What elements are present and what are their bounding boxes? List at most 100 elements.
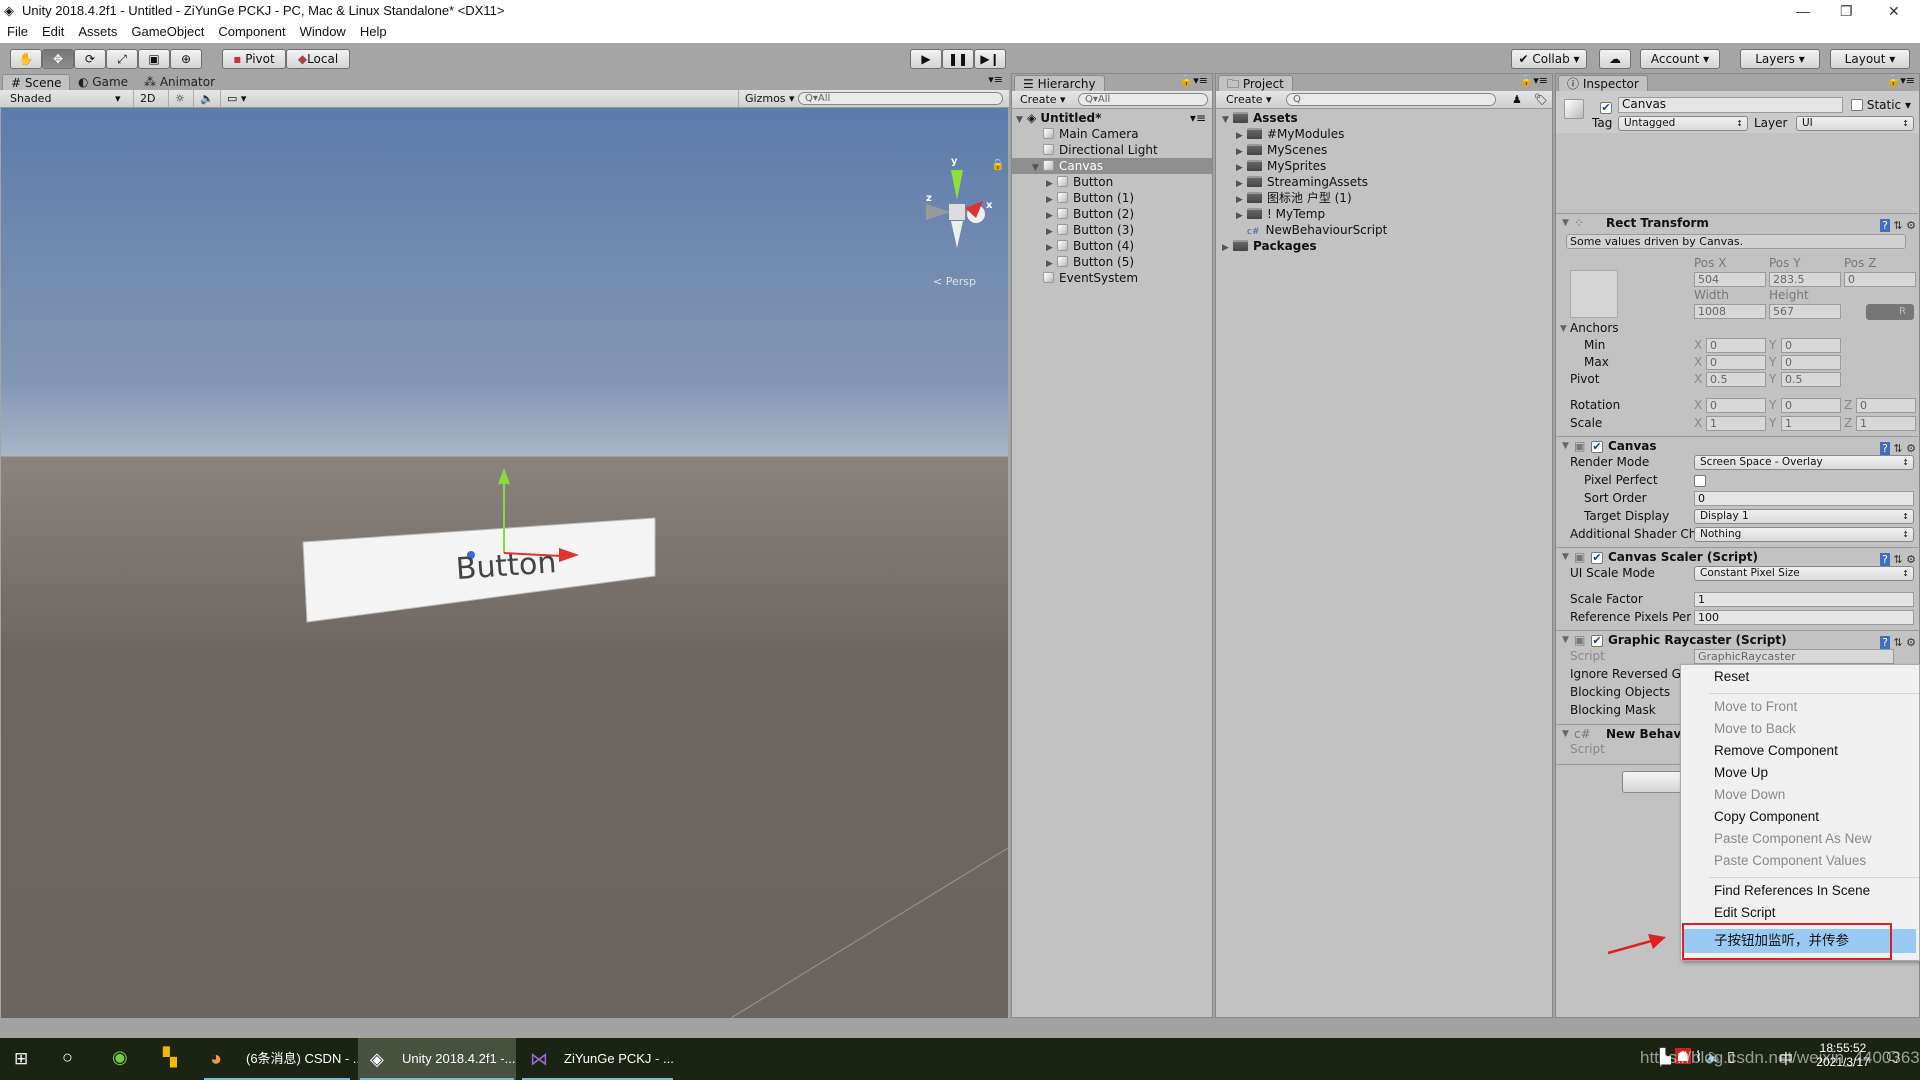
- hierarchy-item[interactable]: EventSystem: [1012, 270, 1212, 286]
- foldout-arrow-icon[interactable]: ▼: [1562, 214, 1569, 233]
- task-visual-studio[interactable]: ⋈ ZiYunGe PCKJ - ...: [520, 1038, 675, 1080]
- menu-edit[interactable]: Edit: [42, 24, 64, 39]
- context-menu-item[interactable]: Move Up: [1714, 763, 1768, 783]
- pause-button[interactable]: ❚❚: [942, 49, 974, 69]
- cloud-button[interactable]: ☁: [1599, 49, 1631, 69]
- height-field[interactable]: 567: [1769, 304, 1841, 319]
- rot-z-field[interactable]: 0: [1856, 398, 1916, 413]
- foldout-arrow-icon[interactable]: ▼: [1562, 725, 1569, 744]
- collab-dropdown[interactable]: ✔ Collab ▾: [1511, 49, 1587, 69]
- shading-dropdown[interactable]: Shaded: [10, 90, 51, 107]
- lock-menu-icon[interactable]: 🔒▾≡: [1520, 74, 1548, 87]
- project-item[interactable]: ▶! MyTemp: [1216, 206, 1546, 222]
- lighting-toggle-icon[interactable]: ☼: [168, 90, 191, 107]
- script-field[interactable]: GraphicRaycaster: [1694, 649, 1894, 664]
- context-menu-item[interactable]: Edit Script: [1714, 903, 1776, 923]
- anchor-preset-button[interactable]: [1570, 270, 1618, 318]
- pivot-button[interactable]: ▪ Pivot: [222, 49, 286, 69]
- foldout-arrow-icon[interactable]: ▼: [1560, 324, 1567, 334]
- pos-x-field[interactable]: 504: [1694, 272, 1766, 287]
- scene-viewport[interactable]: Button y x z 🔒 < Persp: [1, 108, 1008, 1018]
- context-menu-item[interactable]: Copy Component: [1714, 807, 1819, 827]
- rect-tool-button[interactable]: ▣: [138, 49, 170, 69]
- context-menu-item[interactable]: Reset: [1714, 667, 1749, 687]
- reference-pixels-field[interactable]: 100: [1694, 610, 1914, 625]
- 2d-toggle[interactable]: 2D: [133, 90, 161, 107]
- effects-dropdown-icon[interactable]: ▭ ▾: [220, 90, 252, 107]
- persp-label[interactable]: < Persp: [933, 275, 976, 288]
- lock-menu-icon[interactable]: 🔒▾≡: [1180, 74, 1208, 87]
- project-item[interactable]: ▼ Assets: [1216, 110, 1546, 126]
- context-menu-item[interactable]: Move Down: [1714, 785, 1785, 805]
- gameobject-icon[interactable]: [1564, 99, 1584, 119]
- menu-gameobject[interactable]: GameObject: [131, 24, 204, 39]
- account-dropdown[interactable]: Account ▾: [1640, 49, 1720, 69]
- hierarchy-item[interactable]: Main Camera: [1012, 126, 1212, 142]
- lock-menu-icon[interactable]: 🔒▾≡: [1887, 74, 1915, 87]
- browser-icon[interactable]: ◉: [112, 1047, 128, 1068]
- step-button[interactable]: ▶❙: [974, 49, 1006, 69]
- max-x-field[interactable]: 0: [1706, 355, 1766, 370]
- close-button[interactable]: ✕: [1888, 0, 1900, 22]
- lock-icon[interactable]: 🔒: [991, 158, 1005, 171]
- sort-order-field[interactable]: 0: [1694, 491, 1914, 506]
- target-display-dropdown[interactable]: Display 1: [1694, 509, 1914, 524]
- scale-y-field[interactable]: 1: [1781, 416, 1841, 431]
- context-menu-item[interactable]: Paste Component Values: [1714, 851, 1866, 871]
- task-unity[interactable]: ◈ Unity 2018.4.2f1 -...: [358, 1038, 516, 1080]
- hierarchy-item[interactable]: Directional Light: [1012, 142, 1212, 158]
- context-menu-item[interactable]: Move to Back: [1714, 719, 1796, 739]
- tab-game[interactable]: ◐ Game: [70, 74, 136, 90]
- hierarchy-item[interactable]: ▶ Button (2): [1012, 206, 1212, 222]
- maximize-button[interactable]: ❐: [1840, 0, 1853, 22]
- hierarchy-create-button[interactable]: Create ▾: [1020, 91, 1066, 108]
- menu-component[interactable]: Component: [218, 24, 285, 39]
- gizmos-dropdown[interactable]: Gizmos ▾: [738, 90, 801, 107]
- filter-label-icon[interactable]: 🏷: [1534, 91, 1548, 108]
- play-button[interactable]: ▶: [910, 49, 942, 69]
- rot-x-field[interactable]: 0: [1706, 398, 1766, 413]
- hierarchy-item[interactable]: ▶ Button (3): [1012, 222, 1212, 238]
- pixel-perfect-checkbox[interactable]: [1694, 475, 1706, 487]
- project-item[interactable]: ▶ Packages: [1216, 238, 1546, 254]
- project-item[interactable]: ▶ MySprites: [1216, 158, 1546, 174]
- tab-scene[interactable]: # Scene: [2, 74, 71, 90]
- tab-inspector[interactable]: ⓘ Inspector: [1558, 75, 1648, 91]
- layer-dropdown[interactable]: UI: [1796, 116, 1914, 131]
- component-header-icons[interactable]: ? ⇅ ⚙: [1880, 216, 1916, 235]
- pivot-x-field[interactable]: 0.5: [1706, 372, 1766, 387]
- max-y-field[interactable]: 0: [1781, 355, 1841, 370]
- project-search-input[interactable]: Q: [1286, 93, 1496, 106]
- rect-transform-header[interactable]: ▼ ⁘ Rect Transform ? ⇅ ⚙: [1556, 213, 1920, 233]
- canvas-scaler-header[interactable]: ▼ ▣ ✔ Canvas Scaler (Script)? ⇅ ⚙: [1556, 547, 1920, 567]
- project-item[interactable]: ▶ StreamingAssets: [1216, 174, 1546, 190]
- orientation-gizmo[interactable]: y x z: [926, 156, 993, 248]
- windows-start-icon[interactable]: ⊞: [14, 1049, 28, 1069]
- project-item[interactable]: ▶ MyScenes: [1216, 142, 1546, 158]
- menu-window[interactable]: Window: [300, 24, 346, 39]
- context-menu-item[interactable]: Find References In Scene: [1714, 881, 1870, 901]
- min-y-field[interactable]: 0: [1781, 338, 1841, 353]
- rot-y-field[interactable]: 0: [1781, 398, 1841, 413]
- scale-factor-field[interactable]: 1: [1694, 592, 1914, 607]
- raw-edit-button[interactable]: R: [1866, 304, 1914, 320]
- layout-dropdown[interactable]: Layout ▾: [1830, 49, 1910, 69]
- ui-scale-mode-dropdown[interactable]: Constant Pixel Size: [1694, 566, 1914, 581]
- project-item[interactable]: ▶ #MyModules: [1216, 126, 1546, 142]
- enabled-checkbox[interactable]: ✔: [1591, 552, 1603, 564]
- static-checkbox[interactable]: Static ▾: [1851, 98, 1911, 112]
- menu-assets[interactable]: Assets: [78, 24, 117, 39]
- foldout-arrow-icon[interactable]: ▼: [1562, 631, 1569, 650]
- hierarchy-search-input[interactable]: Q▾All: [1078, 93, 1208, 106]
- transform-tool-button[interactable]: ⊕: [170, 49, 202, 69]
- enabled-checkbox[interactable]: ✔: [1591, 441, 1603, 453]
- graphic-raycaster-header[interactable]: ▼ ▣ ✔ Graphic Raycaster (Script)? ⇅ ⚙: [1556, 630, 1920, 650]
- hierarchy-item[interactable]: ▼ Canvas: [1012, 158, 1212, 174]
- pivot-y-field[interactable]: 0.5: [1781, 372, 1841, 387]
- pos-y-field[interactable]: 283.5: [1769, 272, 1841, 287]
- minimize-button[interactable]: —: [1796, 0, 1810, 22]
- context-menu-item[interactable]: Paste Component As New: [1714, 829, 1872, 849]
- hierarchy-item[interactable]: ▶ Button (5): [1012, 254, 1212, 270]
- hierarchy-item[interactable]: ▶ Button (1): [1012, 190, 1212, 206]
- min-x-field[interactable]: 0: [1706, 338, 1766, 353]
